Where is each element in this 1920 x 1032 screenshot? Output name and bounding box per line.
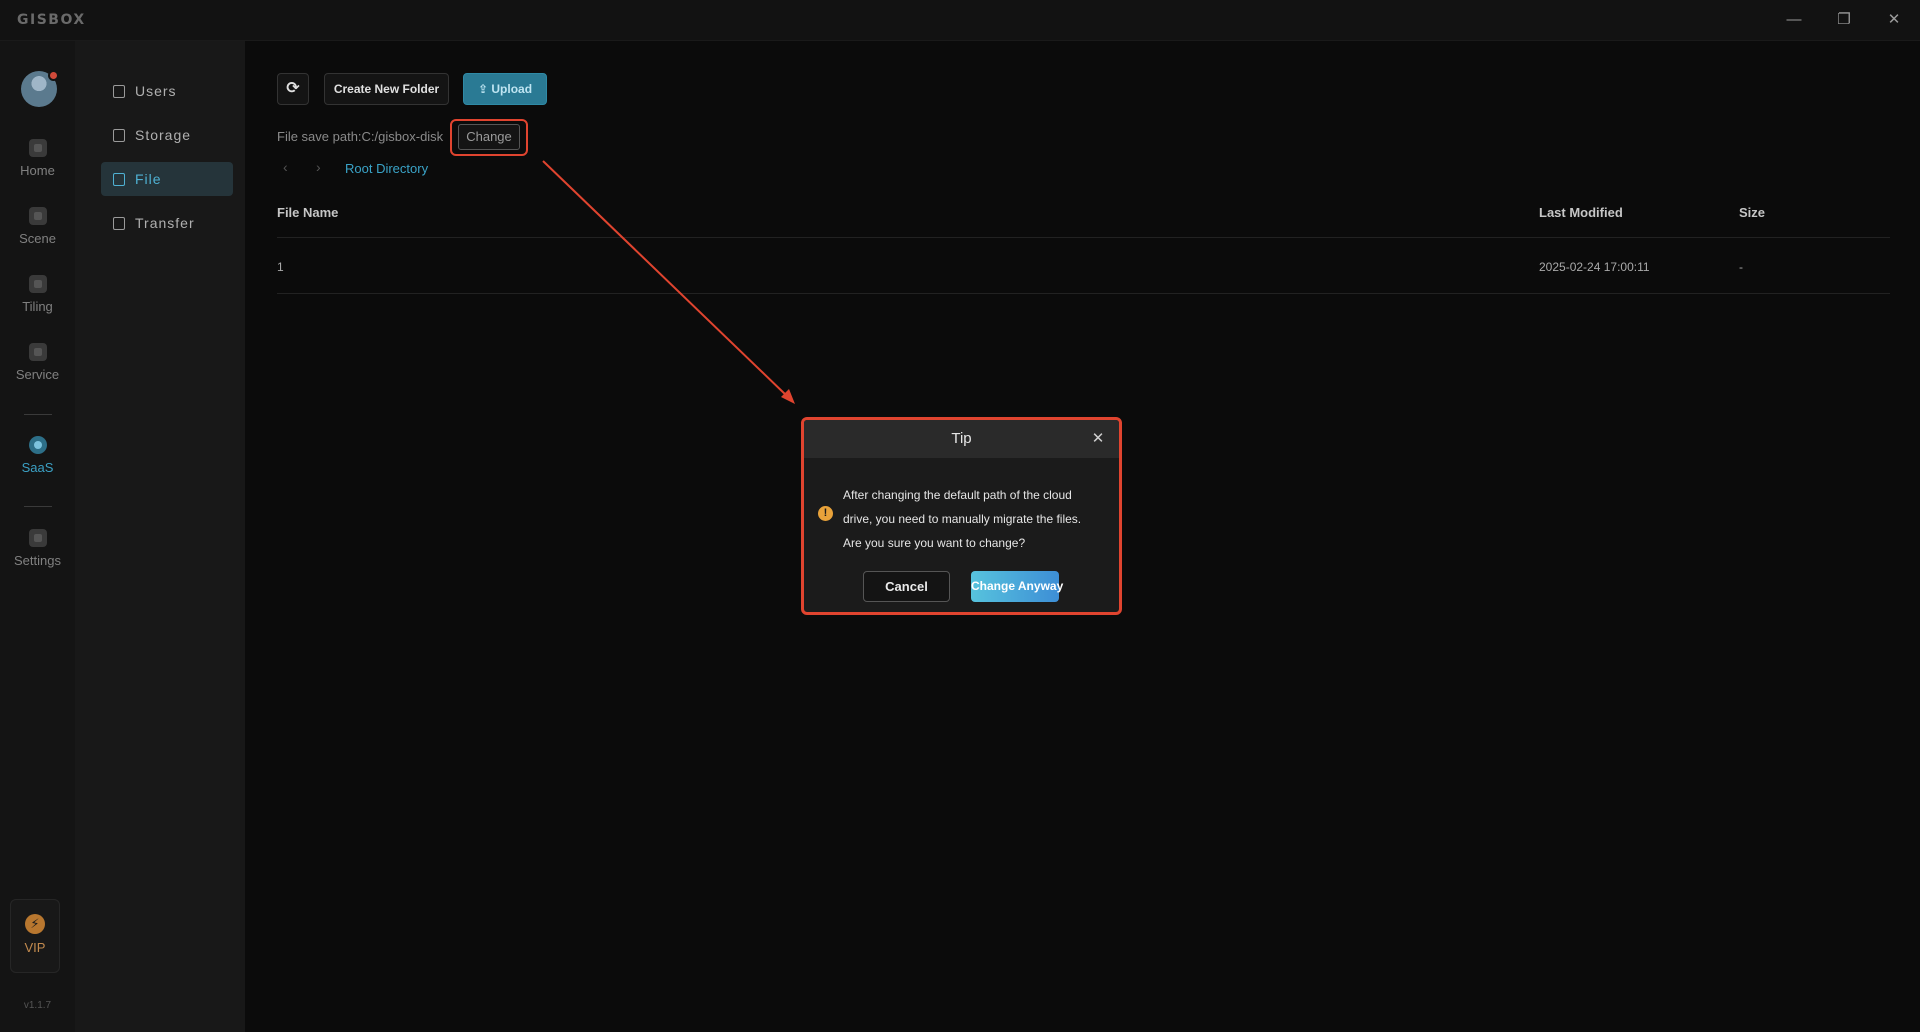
app-logo: GISBOX: [17, 12, 86, 28]
upload-label: Upload: [491, 82, 533, 96]
subnav-item-label: Users: [135, 83, 177, 99]
column-header-modified[interactable]: Last Modified: [1539, 205, 1623, 220]
file-save-path: File save path:C:/gisbox-disk: [277, 129, 444, 144]
subnav-item-label: Transfer: [135, 215, 195, 231]
dialog-message-line: Are you sure you want to change?: [843, 536, 1026, 550]
sidebar-item-tiling[interactable]: Tiling: [0, 275, 75, 314]
create-folder-button[interactable]: Create New Folder: [324, 73, 449, 105]
sidebar-item-label: Home: [20, 163, 55, 178]
title-bar: GISBOX — ❐ ✕: [0, 0, 1920, 41]
main-sidebar: Home Scene Tiling Service SaaS Settings …: [0, 41, 75, 1032]
sidebar-item-home[interactable]: Home: [0, 139, 75, 178]
change-anyway-button[interactable]: Change Anyway: [971, 571, 1063, 602]
subnav-item-transfer[interactable]: Transfer: [101, 206, 233, 240]
upload-icon: ⇪: [477, 82, 489, 96]
upload-button[interactable]: ⇪ Upload: [463, 73, 547, 105]
service-icon: [28, 343, 47, 361]
row-file-name[interactable]: 1: [277, 260, 284, 274]
lightning-icon: ⚡: [25, 914, 45, 934]
vip-label: VIP: [24, 940, 46, 955]
sidebar-divider: [24, 506, 52, 507]
file-icon: [113, 173, 125, 186]
dialog-message-line: After changing the default path of the c…: [843, 488, 1072, 502]
tip-dialog: Tip ✕ ! After changing the default path …: [801, 417, 1122, 615]
cancel-button[interactable]: Cancel: [863, 571, 950, 602]
notification-dot: [48, 70, 59, 81]
sidebar-item-service[interactable]: Service: [0, 343, 75, 382]
subnav-item-label: Storage: [135, 127, 192, 143]
change-path-button[interactable]: Change: [458, 124, 520, 150]
sidebar-item-label: Service: [15, 367, 60, 382]
cube-icon: [28, 207, 47, 225]
refresh-icon: ⟳: [286, 80, 300, 97]
dialog-title: Tip: [951, 430, 972, 447]
dialog-header: Tip ✕: [804, 420, 1119, 458]
warning-icon: !: [818, 506, 833, 521]
row-last-modified: 2025-02-24 17:00:11: [1539, 260, 1650, 274]
refresh-button[interactable]: ⟳: [277, 73, 309, 105]
subnav-item-file[interactable]: File: [101, 162, 233, 196]
column-header-name[interactable]: File Name: [277, 205, 338, 220]
sidebar-item-label: SaaS: [21, 460, 54, 475]
secondary-sidebar: Users Storage File Transfer: [75, 41, 245, 1032]
version-label: v1.1.7: [23, 1000, 52, 1011]
saas-icon: [28, 436, 47, 454]
subnav-item-users[interactable]: Users: [101, 74, 233, 108]
subnav-item-label: File: [135, 171, 162, 187]
close-icon[interactable]: ✕: [1087, 420, 1109, 458]
sidebar-item-label: Scene: [19, 231, 56, 246]
home-icon: [28, 139, 47, 157]
user-icon: [113, 85, 125, 98]
table-header-divider: [277, 237, 1890, 238]
back-arrow-icon[interactable]: ‹: [283, 159, 288, 175]
sidebar-item-label: Tiling: [22, 299, 53, 314]
minimize-icon[interactable]: —: [1780, 8, 1808, 32]
dialog-message: After changing the default path of the c…: [843, 483, 1113, 555]
vip-button[interactable]: ⚡ VIP: [10, 899, 60, 973]
forward-arrow-icon[interactable]: ›: [316, 159, 321, 175]
breadcrumb-root[interactable]: Root Directory: [345, 161, 428, 176]
row-size: -: [1739, 260, 1743, 274]
subnav-item-storage[interactable]: Storage: [101, 118, 233, 152]
sidebar-item-scene[interactable]: Scene: [0, 207, 75, 246]
restore-icon[interactable]: ❐: [1830, 8, 1858, 32]
storage-icon: [113, 129, 125, 142]
column-header-size[interactable]: Size: [1739, 205, 1765, 220]
sidebar-item-label: Settings: [14, 553, 61, 568]
sidebar-item-settings[interactable]: Settings: [0, 529, 75, 568]
transfer-icon: [113, 217, 125, 230]
table-row-divider: [277, 293, 1890, 294]
sidebar-item-saas[interactable]: SaaS: [0, 436, 75, 475]
tiling-icon: [28, 275, 47, 293]
sidebar-divider: [24, 414, 52, 415]
settings-icon: [28, 529, 47, 547]
dialog-message-line: drive, you need to manually migrate the …: [843, 512, 1082, 526]
close-window-icon[interactable]: ✕: [1880, 8, 1908, 32]
